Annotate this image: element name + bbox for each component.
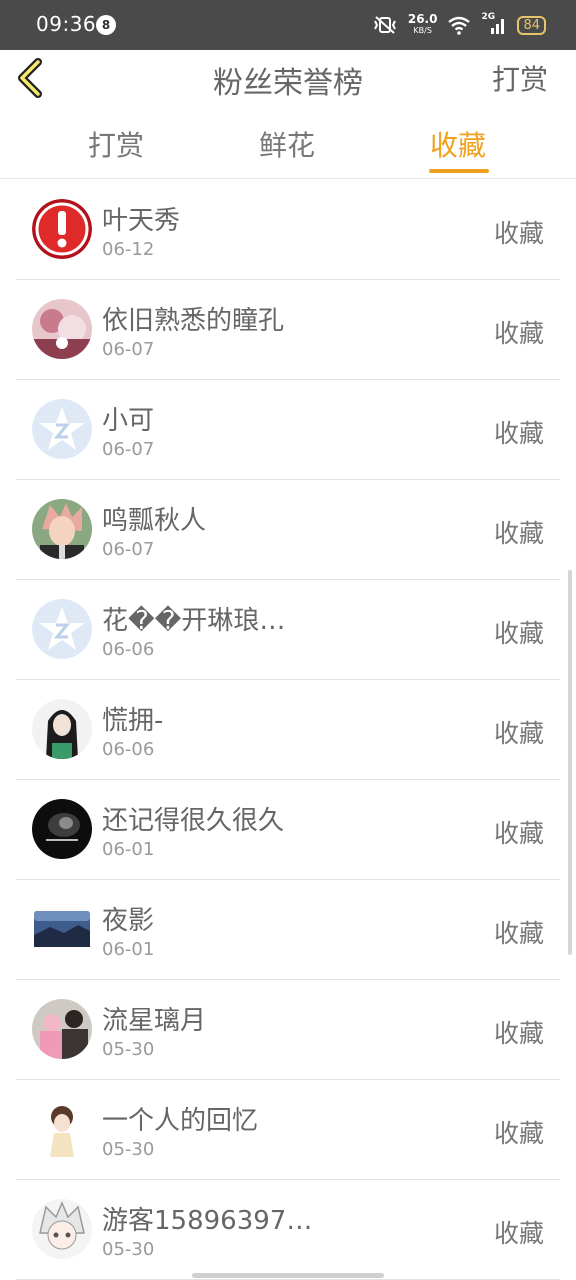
- user-name: 叶天秀: [102, 206, 181, 236]
- tab-bar: 打赏 鲜花 收藏: [0, 108, 576, 179]
- row-action-label: 收藏: [493, 419, 544, 448]
- illustration-avatar: [32, 1099, 92, 1159]
- scrollbar[interactable]: [568, 570, 572, 955]
- mute-vibrate-icon: [373, 16, 396, 34]
- anime-avatar: [32, 499, 92, 559]
- status-time: 09:36: [36, 12, 97, 36]
- row-date: 06-07: [102, 539, 155, 560]
- tip-button[interactable]: 打赏: [492, 58, 548, 98]
- list-item[interactable]: 鸣瓢秋人 06-07 收藏: [16, 480, 560, 580]
- list-item[interactable]: 花��开琳琅… 06-06 收藏: [16, 580, 560, 680]
- row-date: 06-12: [102, 239, 155, 260]
- active-tab-indicator: [429, 169, 489, 173]
- tab-flowers[interactable]: 鲜花: [259, 124, 315, 164]
- row-action-label: 收藏: [493, 1219, 544, 1248]
- network-speed: 26.0 KB/S: [407, 12, 438, 36]
- list-item[interactable]: 依旧熟悉的瞳孔 06-07 收藏: [16, 280, 560, 380]
- dark-photo-avatar: [32, 799, 92, 859]
- user-name: 依旧熟悉的瞳孔: [102, 306, 285, 336]
- row-date: 06-06: [102, 739, 155, 760]
- ranking-list: 叶天秀 06-12 收藏 依旧熟悉的瞳孔 06-07 收藏 小可 06-07 收…: [0, 180, 576, 1280]
- landscape-avatar: [32, 899, 92, 959]
- row-action-label: 收藏: [493, 919, 544, 948]
- row-date: 06-07: [102, 339, 155, 360]
- cell-signal: 2G: [481, 12, 507, 36]
- row-date: 05-30: [102, 1139, 155, 1160]
- row-date: 06-06: [102, 639, 155, 660]
- status-icons: 26.0 KB/S 2G 84: [372, 10, 546, 40]
- app-header: 粉丝荣誉榜 打赏: [0, 50, 576, 109]
- photo-avatar: [32, 999, 92, 1059]
- user-name: 小可: [102, 406, 155, 436]
- notification-badge: 8: [96, 15, 116, 35]
- user-name: 还记得很久很久: [102, 806, 285, 836]
- user-name: 花��开琳琅…: [102, 606, 286, 636]
- page-title: 粉丝荣誉榜: [213, 66, 363, 101]
- row-action-label: 收藏: [493, 619, 544, 648]
- row-action-label: 收藏: [493, 1019, 544, 1048]
- row-action-label: 收藏: [493, 819, 544, 848]
- row-action-label: 收藏: [493, 719, 544, 748]
- list-item[interactable]: 流星璃月 05-30 收藏: [16, 980, 560, 1080]
- alert-avatar: [32, 199, 92, 259]
- speed-value: 26.0: [407, 12, 438, 26]
- row-action-label: 收藏: [493, 1119, 544, 1148]
- photo-avatar: [32, 699, 92, 759]
- anime-avatar: [32, 1199, 92, 1259]
- list-item[interactable]: 叶天秀 06-12 收藏: [16, 180, 560, 280]
- user-name: 慌拥-: [102, 706, 164, 736]
- tab-tip[interactable]: 打赏: [88, 124, 144, 164]
- home-indicator[interactable]: [192, 1273, 384, 1278]
- photo-avatar: [32, 299, 92, 359]
- default-avatar: [32, 599, 92, 659]
- list-item[interactable]: 小可 06-07 收藏: [16, 380, 560, 480]
- battery-indicator: 84: [517, 15, 546, 35]
- row-date: 06-01: [102, 939, 155, 960]
- row-action-label: 收藏: [493, 319, 544, 348]
- list-item[interactable]: 夜影 06-01 收藏: [16, 880, 560, 980]
- row-action-label: 收藏: [493, 219, 544, 248]
- list-item[interactable]: 慌拥- 06-06 收藏: [16, 680, 560, 780]
- row-date: 05-30: [102, 1039, 155, 1060]
- user-name: 一个人的回忆: [102, 1106, 259, 1136]
- signal-icon: [491, 19, 505, 34]
- user-name: 夜影: [102, 906, 155, 936]
- wifi-icon: [448, 16, 471, 35]
- speed-unit: KB/S: [413, 26, 432, 35]
- default-avatar: [32, 399, 92, 459]
- user-name: 流星璃月: [102, 1006, 207, 1036]
- list-item[interactable]: 还记得很久很久 06-01 收藏: [16, 780, 560, 880]
- row-date: 05-30: [102, 1239, 155, 1260]
- list-item[interactable]: 一个人的回忆 05-30 收藏: [16, 1080, 560, 1180]
- status-bar: 09:36 8 26.0 KB/S 2G 84: [0, 0, 576, 50]
- row-action-label: 收藏: [493, 519, 544, 548]
- row-date: 06-01: [102, 839, 155, 860]
- row-date: 06-07: [102, 439, 155, 460]
- tab-favorites[interactable]: 收藏: [430, 124, 486, 164]
- user-name: 游客15896397…: [102, 1206, 313, 1236]
- list-item[interactable]: 游客15896397… 05-30 收藏: [16, 1180, 560, 1280]
- user-name: 鸣瓢秋人: [102, 506, 207, 536]
